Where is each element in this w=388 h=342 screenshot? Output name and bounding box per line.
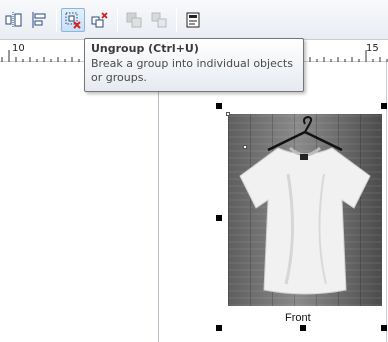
ungroup-all-icon (91, 12, 108, 28)
object-node[interactable] (226, 112, 230, 116)
tooltip-title: Ungroup (Ctrl+U) (91, 42, 199, 55)
align-distribute-button[interactable] (2, 8, 26, 32)
ungroup-icon (65, 12, 81, 29)
ungroup-button[interactable] (61, 8, 85, 32)
ruler-label-10: 10 (12, 43, 25, 54)
caption-front[interactable]: Front (285, 312, 311, 324)
break-apart-button[interactable] (147, 8, 171, 32)
object-node[interactable] (243, 145, 247, 149)
toolbar-separator (117, 8, 118, 32)
tooltip-description: Break a group into individual objects or… (91, 57, 293, 84)
break-apart-icon (151, 12, 167, 28)
selection-handle-bottom-left[interactable] (216, 325, 222, 331)
combine-button[interactable] (122, 8, 146, 32)
toolbar-separator (56, 8, 57, 32)
toolbar-separator (176, 8, 177, 32)
selection-handle-top-right[interactable] (381, 103, 387, 109)
ungroup-all-button[interactable] (88, 8, 112, 32)
selection-handle-middle-left[interactable] (216, 215, 222, 221)
object-properties-button[interactable] (27, 8, 51, 32)
ruler-label-15: 15 (366, 43, 379, 54)
selection-handle-bottom-middle[interactable] (300, 325, 306, 331)
lock-object-icon (186, 12, 200, 28)
property-toolbar (0, 0, 388, 40)
tshirt-photo[interactable] (228, 114, 382, 306)
combine-icon (126, 12, 142, 28)
selection-handle-top-left[interactable] (216, 103, 222, 109)
tshirt-image (239, 115, 371, 295)
selection-handle-bottom-right[interactable] (381, 325, 387, 331)
align-distribute-icon (5, 12, 22, 28)
ungroup-tooltip: Ungroup (Ctrl+U) Break a group into indi… (84, 38, 304, 92)
object-properties-icon (32, 12, 46, 28)
page-border (158, 62, 159, 342)
lock-object-button[interactable] (182, 8, 206, 32)
